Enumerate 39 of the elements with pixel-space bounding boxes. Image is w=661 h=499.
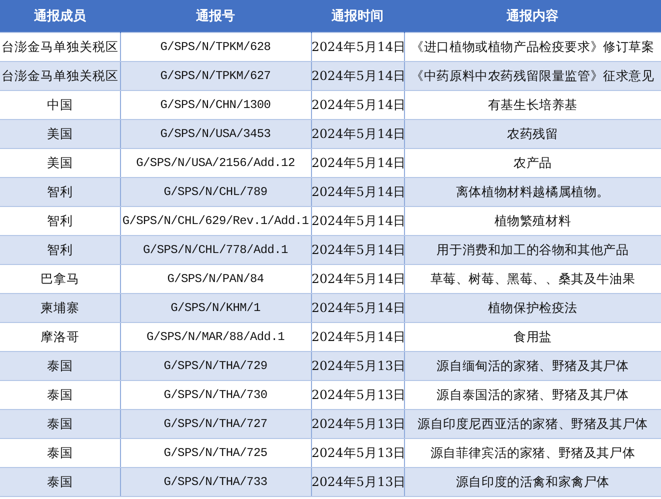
table-cell: G/SPS/N/CHL/778/Add.1 [120, 236, 311, 264]
table-cell: 源自印度的活禽和家禽尸体 [404, 468, 661, 496]
table-cell: 《中药原料中农药残留限量监管》征求意见 [404, 62, 661, 90]
table-cell: 2024年5月14日 [311, 178, 404, 206]
table-cell: 农药残留 [404, 120, 661, 148]
column-header: 通报时间 [311, 0, 404, 32]
table-cell: G/SPS/N/KHM/1 [120, 294, 311, 322]
table-cell: G/SPS/N/TPKM/627 [120, 62, 311, 90]
table-cell: G/SPS/N/USA/3453 [120, 120, 311, 148]
table-cell: 源自印度尼西亚活的家猪、野猪及其尸体 [404, 410, 661, 438]
table-cell: 美国 [0, 120, 120, 148]
column-header: 通报号 [120, 0, 311, 32]
table-cell: 植物保护检疫法 [404, 294, 661, 322]
table-cell: 离体植物材料越橘属植物。 [404, 178, 661, 206]
column-header: 通报内容 [404, 0, 661, 32]
table-cell: 2024年5月13日 [311, 352, 404, 380]
table-cell: 智利 [0, 236, 120, 264]
table-cell: 智利 [0, 178, 120, 206]
table-cell: G/SPS/N/TPKM/628 [120, 32, 311, 62]
table-cell: 2024年5月13日 [311, 410, 404, 438]
table-cell: 用于消费和加工的谷物和其他产品 [404, 236, 661, 264]
table-cell: 2024年5月13日 [311, 468, 404, 496]
table-cell: G/SPS/N/CHL/789 [120, 178, 311, 206]
table-cell: 柬埔寨 [0, 294, 120, 322]
table-cell: 《进口植物或植物产品检疫要求》修订草案 [404, 32, 661, 62]
table-cell: 台澎金马单独关税区 [0, 32, 120, 62]
table-cell: 2024年5月14日 [311, 62, 404, 90]
table-cell: 泰国 [0, 468, 120, 496]
table-cell: 源自缅甸活的家猪、野猪及其尸体 [404, 352, 661, 380]
table-cell: G/SPS/N/THA/729 [120, 352, 311, 380]
table-cell: 泰国 [0, 352, 120, 380]
table-cell: 台澎金马单独关税区 [0, 62, 120, 90]
column-header: 通报成员 [0, 0, 120, 32]
table-cell: G/SPS/N/THA/733 [120, 468, 311, 496]
table-cell: 2024年5月14日 [311, 120, 404, 148]
table-cell: G/SPS/N/THA/727 [120, 410, 311, 438]
table-cell: 泰国 [0, 410, 120, 438]
table-cell: 2024年5月14日 [311, 294, 404, 322]
table-cell: 2024年5月14日 [311, 236, 404, 264]
